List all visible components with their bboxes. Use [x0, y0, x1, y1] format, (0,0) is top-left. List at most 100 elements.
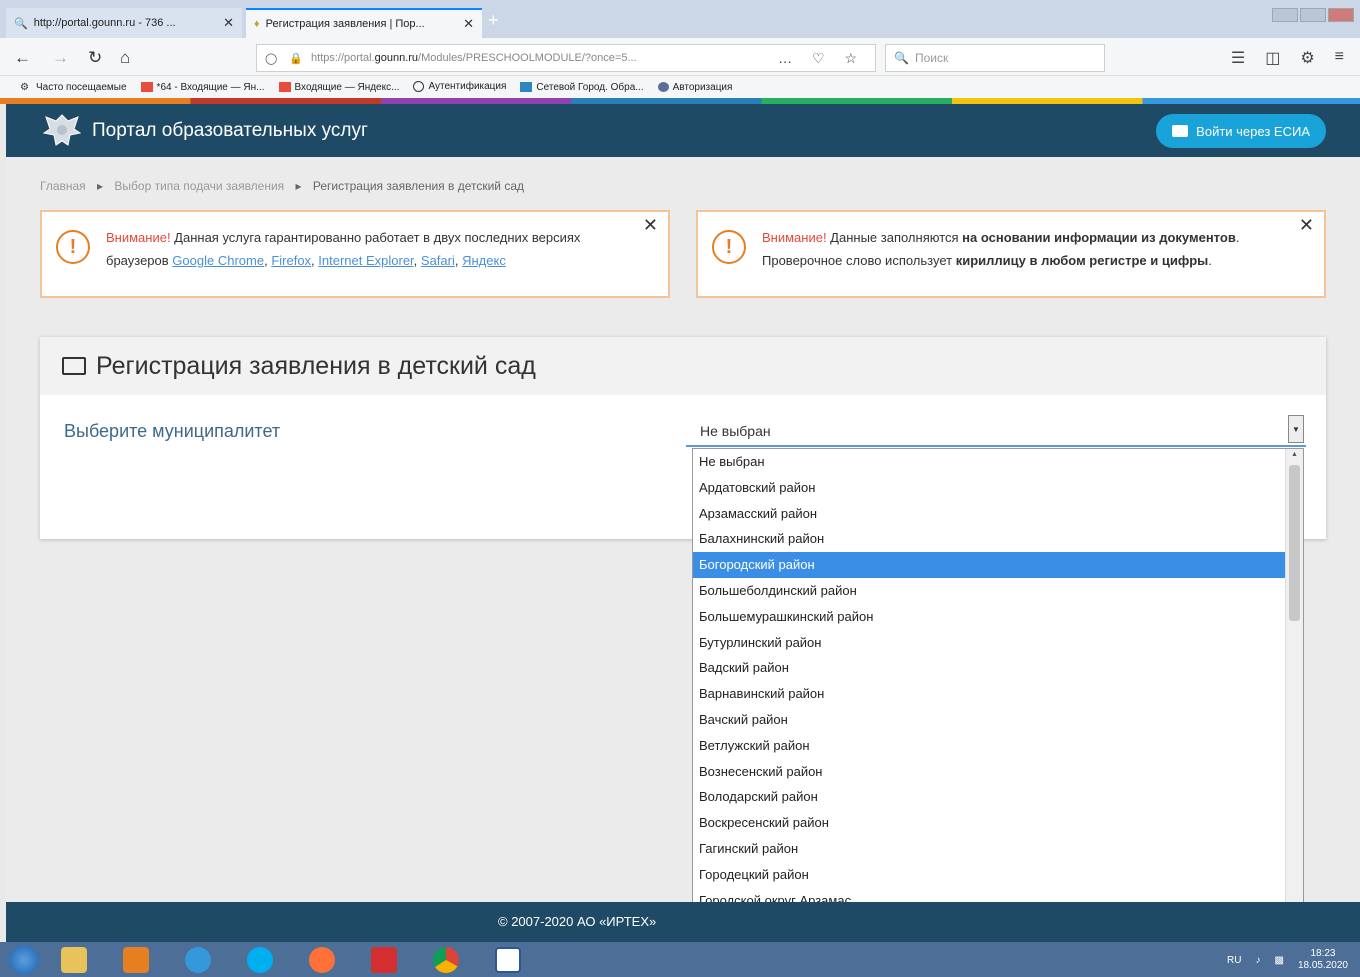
- taskbar-chrome[interactable]: [420, 943, 472, 976]
- network-icon[interactable]: ▩: [1274, 955, 1283, 966]
- dropdown-option[interactable]: Воскресенский район: [693, 810, 1285, 836]
- url-actions[interactable]: … ♡ ☆: [778, 50, 875, 67]
- reload-icon[interactable]: ↻: [88, 48, 102, 68]
- breadcrumb-step[interactable]: Выбор типа подачи заявления: [114, 179, 284, 193]
- pdf-icon: [371, 946, 397, 973]
- bookmark-item[interactable]: Авторизация: [657, 81, 732, 93]
- dropdown-option[interactable]: Ветлужский район: [693, 733, 1285, 759]
- bookmark-label: Сетевой Город. Обра...: [536, 81, 644, 93]
- taskbar-acrobat[interactable]: [358, 943, 410, 976]
- dropdown-option[interactable]: Вадский район: [693, 655, 1285, 681]
- dropdown-option[interactable]: Варнавинский район: [693, 681, 1285, 707]
- bookmark-item[interactable]: *64 - Входящие — Ян...: [140, 82, 265, 93]
- bookmark-item[interactable]: Аутентификация: [413, 81, 507, 93]
- firefox-icon: [309, 946, 335, 973]
- window-controls: [1272, 8, 1354, 22]
- dropdown-option[interactable]: Вачский район: [693, 707, 1285, 733]
- dropdown-option[interactable]: Володарский район: [693, 784, 1285, 810]
- browser-warning-alert: ! Внимание! Данная услуга гарантированно…: [40, 210, 670, 298]
- folder-icon: [61, 946, 87, 973]
- esia-login-button[interactable]: Войти через ЕСИА: [1156, 114, 1326, 148]
- scrollbar-thumb[interactable]: [1289, 465, 1300, 621]
- alert-bold: кириллицу в любом регистре и цифры: [955, 253, 1209, 268]
- chevron-right-icon: ▸: [295, 179, 302, 193]
- clock[interactable]: 18:23 18.05.2020: [1298, 948, 1348, 972]
- taskbar-skype[interactable]: [234, 943, 286, 976]
- browser-tab[interactable]: 🔍 http://portal.gounn.ru - 736 ... ✕: [6, 8, 242, 38]
- menu-icon[interactable]: ≡: [1335, 48, 1344, 68]
- portal-header: Портал образовательных услуг Войти через…: [6, 104, 1360, 157]
- chevron-right-icon: ▸: [97, 179, 104, 193]
- taskbar-media[interactable]: [110, 943, 162, 976]
- form-icon: [62, 357, 86, 375]
- lock-icon: [657, 81, 669, 92]
- dropdown-option[interactable]: Гагинский район: [693, 836, 1285, 862]
- word-icon: [495, 946, 521, 973]
- minimize-button[interactable]: [1272, 8, 1298, 22]
- scrollbar[interactable]: ▲ ▼: [1285, 449, 1303, 941]
- bookmark-label: Часто посещаемые: [36, 81, 127, 93]
- bookmark-item[interactable]: ⚙ Часто посещаемые: [20, 82, 127, 93]
- dropdown-option[interactable]: Арзамасский район: [693, 501, 1285, 527]
- link-yandex[interactable]: Яндекс: [462, 253, 506, 268]
- browser-tab-active[interactable]: ♦ Регистрация заявления | Пор... ✕: [246, 8, 482, 38]
- link-internet-explorer[interactable]: Internet Explorer: [318, 253, 413, 268]
- skype-icon: [247, 946, 273, 973]
- home-icon[interactable]: ⌂: [120, 48, 130, 68]
- dropdown-option[interactable]: Богородский район: [693, 552, 1285, 578]
- dropdown-option[interactable]: Ардатовский район: [693, 475, 1285, 501]
- taskbar-ie[interactable]: [172, 943, 224, 976]
- bookmark-label: Аутентификация: [428, 81, 507, 93]
- bookmark-item[interactable]: Сетевой Город. Обра...: [520, 81, 644, 93]
- dropdown-option[interactable]: Городецкий район: [693, 862, 1285, 888]
- sidebar-icon[interactable]: ◫: [1265, 48, 1280, 68]
- dropdown-option[interactable]: Большеболдинский район: [693, 578, 1285, 604]
- start-button[interactable]: [0, 942, 48, 977]
- scroll-up-icon[interactable]: ▲: [1286, 451, 1303, 465]
- close-window-button[interactable]: [1328, 8, 1354, 22]
- taskbar-firefox[interactable]: [296, 943, 348, 976]
- copyright-text: © 2007-2020 АО «ИРТЕХ»: [498, 914, 657, 929]
- dropdown-option[interactable]: Не выбран: [693, 449, 1285, 475]
- dropdown-option[interactable]: Бутурлинский район: [693, 630, 1285, 656]
- emblem-icon[interactable]: [40, 111, 84, 151]
- close-tab-icon[interactable]: ✕: [223, 15, 234, 31]
- link-safari[interactable]: Safari: [421, 253, 455, 268]
- forward-icon[interactable]: →: [52, 48, 69, 68]
- breadcrumb: Главная ▸ Выбор типа подачи заявления ▸ …: [40, 179, 524, 193]
- breadcrumb-home[interactable]: Главная: [40, 179, 86, 193]
- back-icon[interactable]: ←: [14, 48, 31, 68]
- close-tab-icon[interactable]: ✕: [463, 16, 474, 32]
- dropdown-option[interactable]: Вознесенский район: [693, 759, 1285, 785]
- toolbar-icons: ☰ ◫ ⚙ ≡: [1231, 48, 1344, 68]
- close-icon[interactable]: ✕: [1299, 214, 1314, 237]
- bookmark-item[interactable]: Входящие — Яндекс...: [278, 82, 399, 93]
- clock-time: 18:23: [1310, 948, 1336, 959]
- municipality-select[interactable]: Не выбран ▼: [686, 411, 1306, 447]
- extension-icon[interactable]: ⚙: [1300, 48, 1314, 68]
- url-host: gounn.ru: [374, 52, 419, 64]
- volume-icon[interactable]: ♪: [1255, 955, 1260, 966]
- close-icon[interactable]: ✕: [643, 214, 658, 237]
- dropdown-option[interactable]: Большемурашкинский район: [693, 604, 1285, 630]
- alert-warn-label: Внимание!: [762, 230, 827, 245]
- system-tray: RU ♪ ▩ 18:23 18.05.2020: [1227, 948, 1348, 972]
- portal-title[interactable]: Портал образовательных услуг: [92, 120, 368, 142]
- alert-warn-label: Внимание!: [106, 230, 171, 245]
- link-firefox[interactable]: Firefox: [271, 253, 311, 268]
- link-google-chrome[interactable]: Google Chrome: [172, 253, 264, 268]
- dropdown-arrow-icon[interactable]: ▼: [1288, 415, 1304, 443]
- alert-bold: на основании информации из документов: [962, 230, 1236, 245]
- taskbar-word[interactable]: [482, 943, 534, 976]
- search-input[interactable]: 🔍 Поиск: [885, 44, 1105, 72]
- search-placeholder: Поиск: [914, 51, 949, 65]
- municipality-dropdown-list[interactable]: Не выбран Ардатовский район Арзамасский ра…: [692, 448, 1304, 942]
- panel-header: Регистрация заявления в детский сад: [40, 337, 1326, 395]
- url-bar[interactable]: ◯ 🔒 https://portal. gounn.ru/Modules/PRES…: [256, 44, 876, 72]
- library-icon[interactable]: ☰: [1231, 48, 1245, 68]
- dropdown-option[interactable]: Балахнинский район: [693, 526, 1285, 552]
- new-tab-button[interactable]: +: [488, 10, 499, 31]
- maximize-button[interactable]: [1300, 8, 1326, 22]
- language-indicator[interactable]: RU: [1227, 955, 1241, 966]
- taskbar-explorer[interactable]: [48, 943, 100, 976]
